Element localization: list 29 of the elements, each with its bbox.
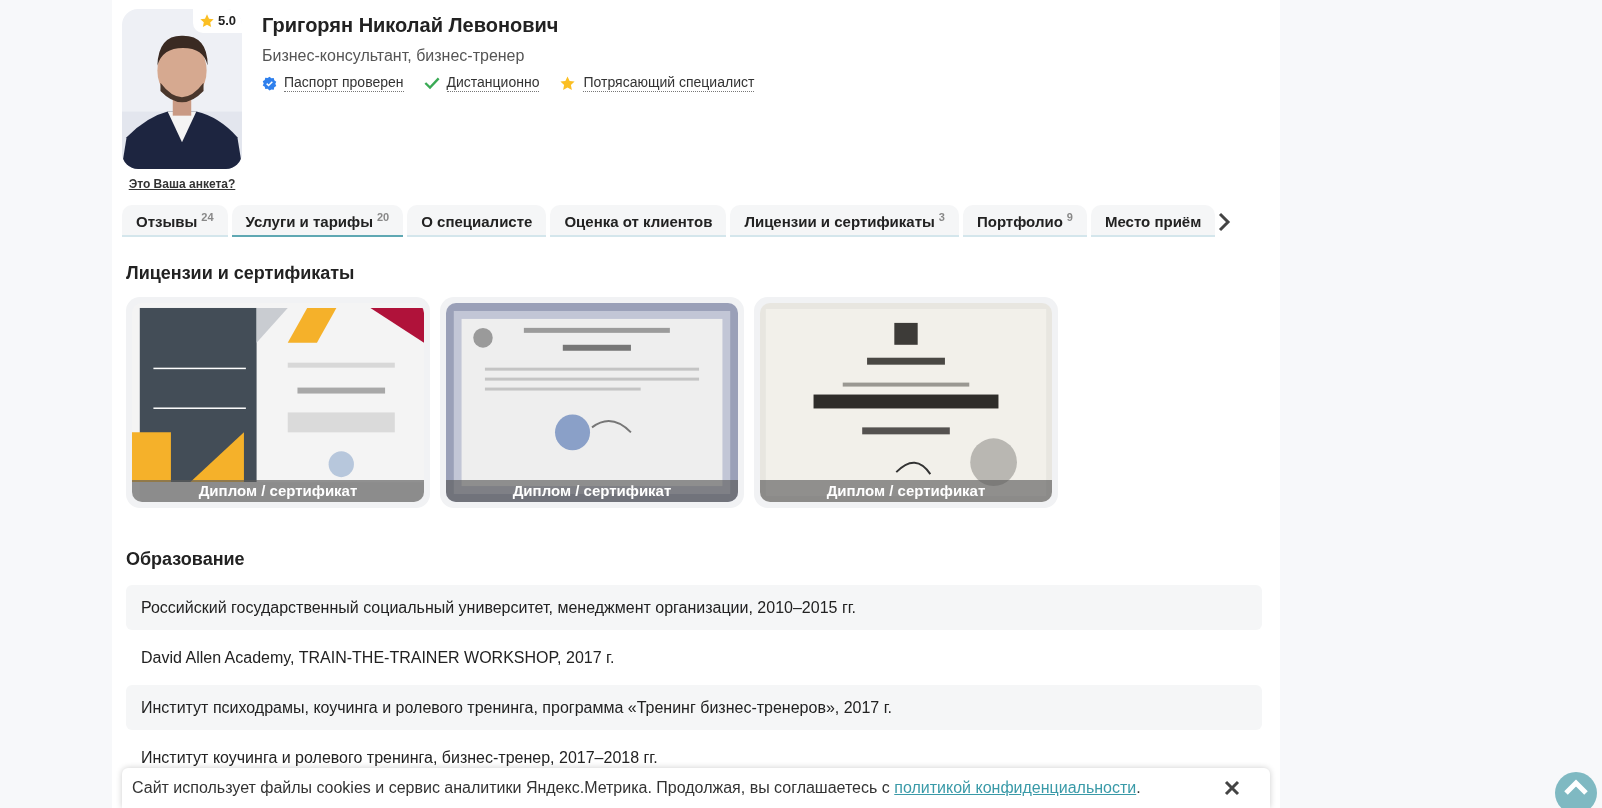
badge-label[interactable]: Дистанционно: [446, 74, 540, 92]
specialist-title: Бизнес-консультант, бизнес-тренер: [262, 46, 526, 66]
tab[interactable]: Лицензии и сертификаты 3: [730, 205, 959, 237]
tab-count: 9: [1066, 211, 1073, 223]
tab-count: 3: [938, 211, 945, 223]
education-row-text: Институт коучинга и ролевого тренинга, бизнес-тренер, 2017–2018 гг.: [140, 747, 659, 768]
education-row-text: David Allen Academy, TRAIN-THE-TRAINER WORKSHOP, 2017 г.: [140, 647, 616, 668]
badge-label[interactable]: Потрясающий специалист: [583, 74, 755, 92]
certificate-caption: Диплом / сертификат: [446, 480, 738, 502]
section-heading: Лицензии и сертификаты: [126, 262, 356, 285]
specialist-name: Григорян Николай Левонович: [262, 13, 560, 38]
education-row: Российский государственный социальный университет, менеджмент организации, 2010–2015 гг.: [126, 585, 1262, 630]
tab[interactable]: Услуги и тарифы 20: [231, 205, 404, 237]
rating-value: 5.0: [217, 12, 236, 30]
tab-count: 24: [201, 211, 214, 223]
tab[interactable]: Отзывы 24: [122, 205, 228, 237]
certificate-caption: Диплом / сертификат: [132, 480, 424, 502]
education-row: Институт психодрамы, коучинга и ролевого тренинга, программа «Тренинг бизнес-тренеров», 2017 г.: [126, 685, 1262, 730]
tab-count: 20: [377, 211, 390, 223]
tab[interactable]: Оценка от клиентов: [550, 205, 727, 237]
claim-link[interactable]: Это Ваша анкета?: [128, 175, 236, 193]
cookie-notice: Сайт использует файлы cookies и сервис аналитики Яндекс.Метрика. Продолжая, вы соглашаетесь с политикой конфиденциальности.: [132, 778, 1141, 798]
section-heading: Образование: [126, 548, 246, 571]
certificate-card[interactable]: Диплом / сертификат: [440, 297, 744, 508]
certificate-caption: Диплом / сертификат: [760, 480, 1052, 502]
tab[interactable]: Портфолио 9: [962, 205, 1087, 237]
tab[interactable]: Место приём: [1090, 205, 1216, 237]
tab[interactable]: О специалисте: [407, 205, 547, 237]
badge-label[interactable]: Паспорт проверен: [284, 74, 404, 92]
